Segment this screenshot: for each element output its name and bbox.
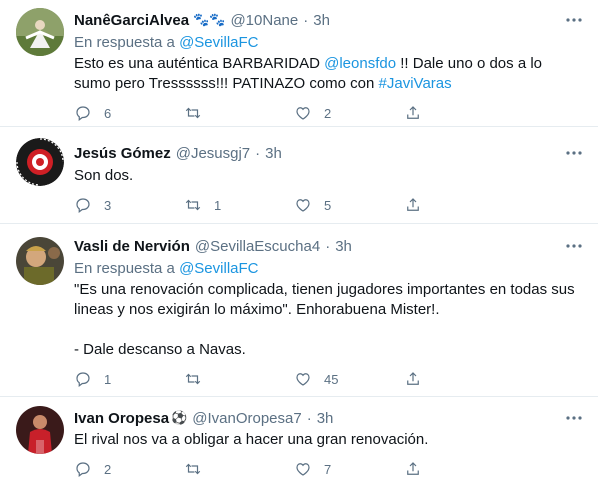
reply-count: 3 — [104, 197, 112, 213]
separator-dot: · — [303, 11, 309, 29]
display-name[interactable]: Vasli de Nervión — [74, 238, 190, 255]
avatar-image — [16, 237, 64, 285]
display-name[interactable]: Ivan Oropesa — [74, 410, 169, 427]
retweet-icon — [185, 463, 201, 475]
like-count: 45 — [324, 371, 339, 387]
tweet-header: NanêGarciAlvea 🐾🐾 @10Nane · 3h — [74, 10, 330, 30]
share-icon — [407, 198, 419, 211]
like-count: 7 — [324, 461, 332, 477]
reply-icon — [76, 372, 90, 387]
heart-icon — [296, 373, 310, 386]
hashtag-link[interactable]: #JaviVaras — [379, 75, 452, 92]
separator-dot: · — [325, 237, 331, 255]
display-name[interactable]: NanêGarciAlvea — [74, 12, 189, 29]
tweet-header: Jesús Gómez @Jesusgj7 · 3h — [74, 143, 282, 163]
tweet[interactable]: Vasli de Nervión @SevillaEscucha4 · 3h E… — [0, 225, 598, 397]
tweet-text: "Es una renovación complicada, tienen ju… — [74, 280, 579, 360]
like-button[interactable]: 7 — [294, 460, 404, 478]
reply-count: 2 — [104, 461, 112, 477]
soccer-ball-emoji: ⚽ — [171, 410, 188, 425]
retweet-button[interactable]: 1 — [184, 196, 294, 214]
reply-context: En respuesta a @SevillaFC — [74, 260, 259, 280]
reply-icon — [76, 106, 90, 121]
share-button[interactable] — [404, 370, 514, 388]
tweet[interactable]: NanêGarciAlvea 🐾🐾 @10Nane · 3h En respue… — [0, 0, 598, 127]
tweet-actions: 3 1 5 — [74, 195, 514, 215]
avatar-image — [16, 138, 64, 186]
timestamp[interactable]: 3h — [265, 145, 282, 162]
reply-to-mention[interactable]: @SevillaFC — [179, 34, 258, 51]
avatar[interactable] — [16, 8, 64, 56]
tweet[interactable]: Jesús Gómez @Jesusgj7 · 3h Son dos. 3 1 … — [0, 128, 598, 224]
tweet-text: Son dos. — [74, 167, 134, 184]
retweet-button[interactable] — [184, 460, 294, 478]
heart-icon — [296, 199, 310, 212]
username[interactable]: @SevillaEscucha4 — [195, 238, 320, 255]
tweet-actions: 1 45 — [74, 369, 514, 389]
text-part: Esto es una auténtica BARBARIDAD — [74, 55, 325, 72]
like-button[interactable]: 5 — [294, 196, 404, 214]
reply-prefix: En respuesta a — [74, 260, 175, 277]
tweet-header: Vasli de Nervión @SevillaEscucha4 · 3h — [74, 236, 352, 256]
timestamp[interactable]: 3h — [313, 12, 330, 29]
separator-dot: · — [306, 409, 312, 427]
reply-button[interactable]: 3 — [74, 196, 184, 214]
more-icon[interactable] — [564, 236, 584, 256]
username[interactable]: @IvanOropesa7 — [192, 410, 301, 427]
text-line: - Dale descanso a Navas. — [74, 341, 246, 358]
retweet-button[interactable] — [184, 104, 294, 122]
reply-button[interactable]: 1 — [74, 370, 184, 388]
tweet-feed: NanêGarciAlvea 🐾🐾 @10Nane · 3h En respue… — [0, 0, 598, 483]
timestamp[interactable]: 3h — [317, 410, 334, 427]
reply-button[interactable]: 6 — [74, 104, 184, 122]
timestamp[interactable]: 3h — [335, 238, 352, 255]
paws-emoji: 🐾🐾 — [193, 12, 226, 27]
share-button[interactable] — [404, 104, 514, 122]
username[interactable]: @10Nane — [230, 12, 298, 29]
like-count: 2 — [324, 105, 332, 121]
heart-icon — [296, 463, 310, 476]
reply-to-mention[interactable]: @SevillaFC — [179, 260, 258, 277]
reply-button[interactable]: 2 — [74, 460, 184, 478]
share-button[interactable] — [404, 196, 514, 214]
heart-icon — [296, 107, 310, 120]
like-count: 5 — [324, 197, 332, 213]
retweet-button[interactable] — [184, 370, 294, 388]
more-icon[interactable] — [564, 408, 584, 428]
reply-count: 1 — [104, 371, 112, 387]
retweet-count: 1 — [214, 197, 222, 213]
reply-icon — [76, 198, 90, 213]
more-icon[interactable] — [564, 10, 584, 30]
more-icon[interactable] — [564, 143, 584, 163]
like-button[interactable]: 2 — [294, 104, 404, 122]
tweet[interactable]: Ivan Oropesa ⚽ @IvanOropesa7 · 3h El riv… — [0, 398, 598, 483]
like-button[interactable]: 45 — [294, 370, 404, 388]
reply-count: 6 — [104, 105, 112, 121]
display-name[interactable]: Jesús Gómez — [74, 145, 171, 162]
reply-prefix: En respuesta a — [74, 34, 175, 51]
avatar-image — [16, 406, 64, 454]
avatar[interactable] — [16, 138, 64, 186]
avatar-image — [16, 8, 64, 56]
username[interactable]: @Jesusgj7 — [176, 145, 250, 162]
avatar[interactable] — [16, 237, 64, 285]
retweet-icon — [185, 199, 201, 211]
mention-link[interactable]: @leonsfdo — [324, 55, 396, 72]
share-icon — [407, 372, 419, 385]
text-line: "Es una renovación complicada, tienen ju… — [74, 281, 575, 318]
avatar[interactable] — [16, 406, 64, 454]
share-icon — [407, 462, 419, 475]
tweet-actions: 2 7 — [74, 459, 514, 479]
share-icon — [407, 106, 419, 119]
tweet-text: Esto es una auténtica BARBARIDAD @leonsf… — [74, 54, 579, 94]
reply-context: En respuesta a @SevillaFC — [74, 34, 259, 54]
retweet-icon — [185, 373, 201, 385]
tweet-text: El rival nos va a obligar a hacer una gr… — [74, 431, 429, 448]
tweet-actions: 6 2 — [74, 103, 514, 123]
retweet-icon — [185, 107, 201, 119]
separator-dot: · — [255, 144, 261, 162]
reply-icon — [76, 462, 90, 477]
share-button[interactable] — [404, 460, 514, 478]
tweet-header: Ivan Oropesa ⚽ @IvanOropesa7 · 3h — [74, 408, 333, 428]
